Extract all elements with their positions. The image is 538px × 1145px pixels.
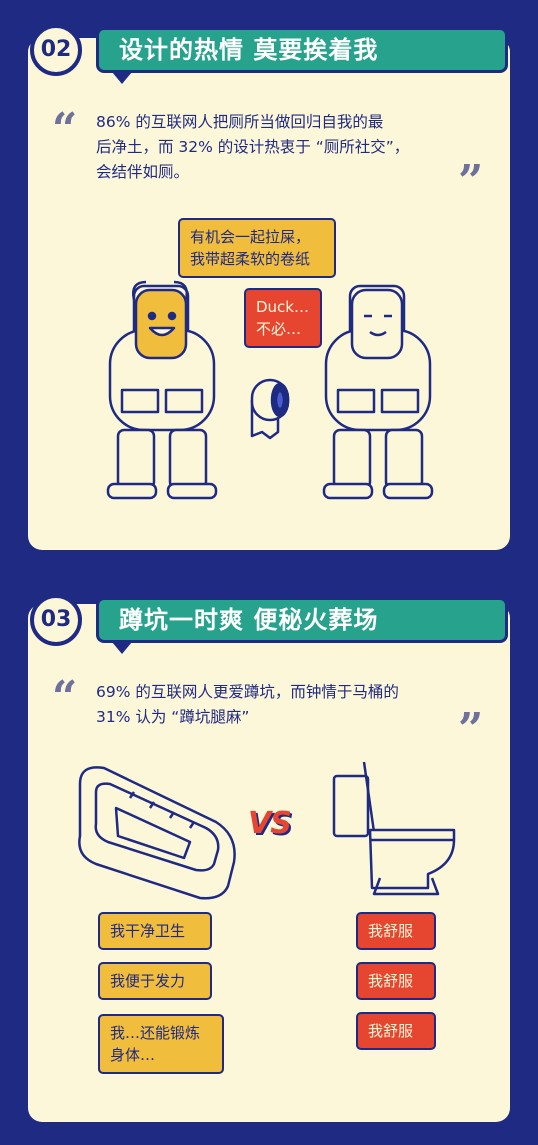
open-quote-icon: “	[52, 104, 78, 155]
quote-line: 69% 的互联网人更爱蹲坑，而钟情于马桶的	[96, 683, 399, 701]
western-toilet-illustration	[332, 762, 456, 896]
section-03-number: 03	[30, 594, 82, 646]
bubble-line: 不必…	[256, 320, 302, 338]
section-03-banner-tail	[112, 642, 132, 654]
section-02-number: 02	[30, 24, 82, 76]
bubble-line: Duck…	[256, 298, 309, 316]
quote-line: 会结伴如厕。	[96, 163, 190, 181]
toilet-reason-bubble: 我舒服	[356, 1012, 436, 1050]
squat-reason-bubble: 我干净卫生	[98, 912, 212, 950]
sitting-person-smirking-illustration	[322, 284, 434, 500]
squat-toilet-illustration	[78, 766, 236, 900]
sitting-person-smiling-illustration	[106, 280, 218, 500]
toilet-paper-illustration	[250, 378, 290, 440]
squat-reason-bubble: 我便于发力	[98, 962, 212, 1000]
section-03-quote: 69% 的互联网人更爱蹲坑，而钟情于马桶的 31% 认为 “蹲坑腿麻”	[96, 680, 476, 730]
section-02-quote: 86% 的互联网人把厕所当做回归自我的最 后净土，而 32% 的设计热衷于 “厕…	[96, 110, 476, 185]
section-02-banner-tail	[112, 72, 132, 84]
squat-reason-bubble: 我…还能锻炼 身体…	[98, 1014, 224, 1074]
close-quote-icon: ”	[458, 704, 484, 755]
open-quote-icon: “	[52, 672, 78, 723]
close-quote-icon: ”	[458, 156, 484, 207]
quote-line: 31% 认为 “蹲坑腿麻”	[96, 708, 250, 726]
toilet-reason-bubble: 我舒服	[356, 962, 436, 1000]
toilet-reason-bubble: 我舒服	[356, 912, 436, 950]
section-03-title: 蹲坑一时爽 便秘火葬场	[96, 597, 508, 643]
bubble-line: 我带超柔软的卷纸	[190, 250, 311, 268]
speech-bubble-yellow: 有机会一起拉屎， 我带超柔软的卷纸	[178, 218, 336, 278]
bubble-line: 有机会一起拉屎，	[190, 228, 311, 246]
quote-line: 86% 的互联网人把厕所当做回归自我的最	[96, 113, 384, 131]
section-02-title: 设计的热情 莫要挨着我	[96, 27, 508, 73]
quote-line: 后净土，而 32% 的设计热衷于 “厕所社交”，	[96, 138, 410, 156]
vs-label: VS	[248, 806, 292, 841]
speech-bubble-red: Duck… 不必…	[244, 288, 322, 348]
